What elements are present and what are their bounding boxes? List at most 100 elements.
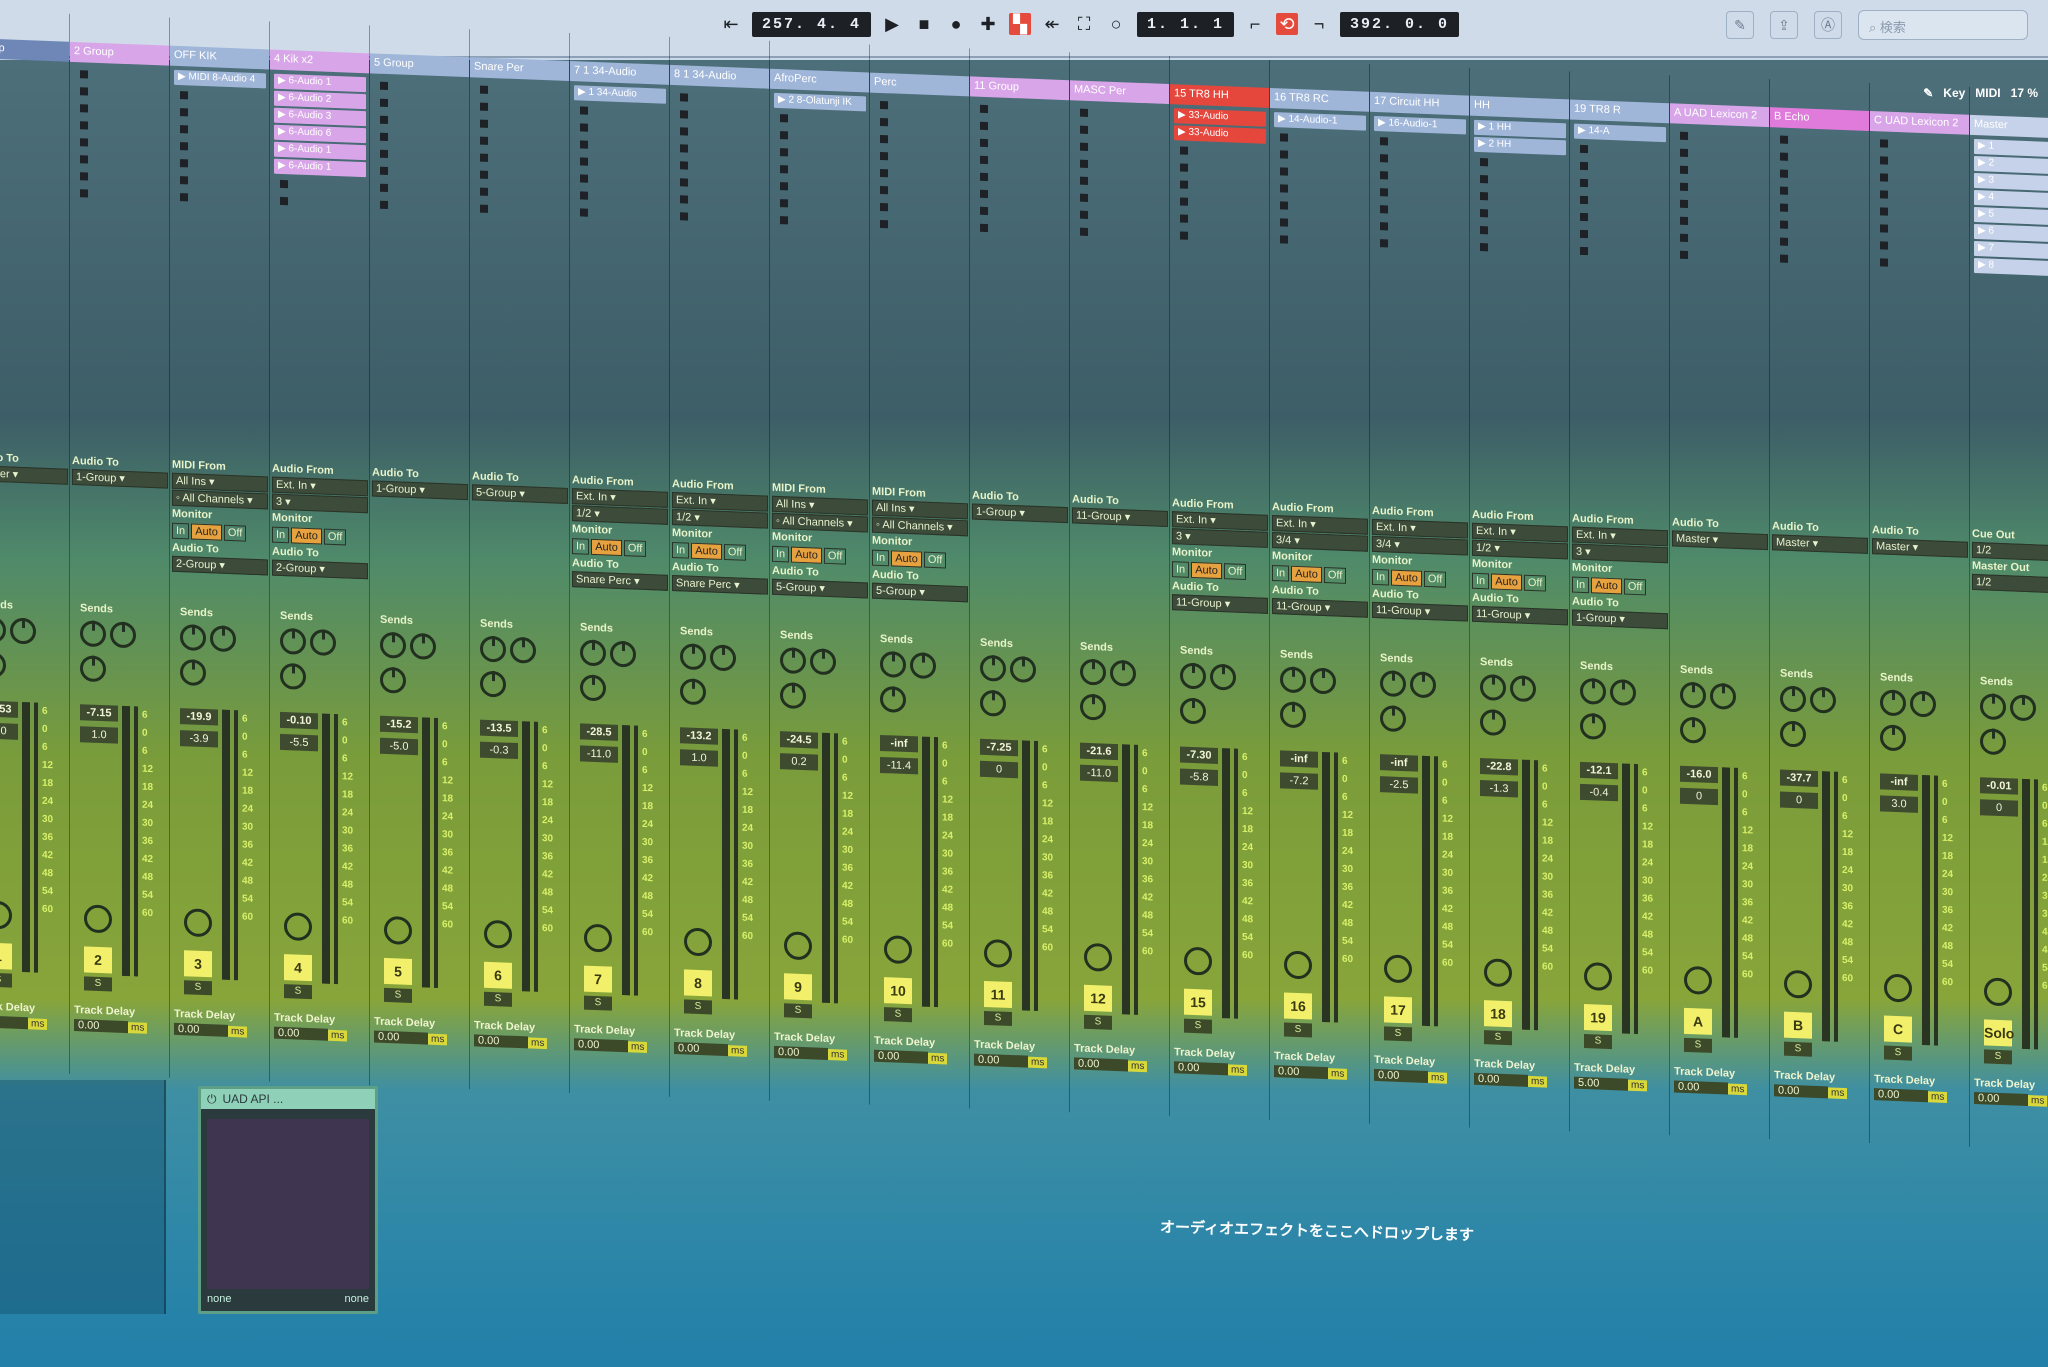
solo-button[interactable]: S [484,991,512,1007]
clip-stop-button[interactable] [180,176,188,185]
clip-stop-button[interactable] [1780,254,1788,263]
send-b-knob[interactable] [1910,690,1936,718]
volume-value[interactable]: -0.01 [1980,777,2018,795]
pan-knob[interactable] [384,915,412,945]
clip-stop-button[interactable] [480,204,488,213]
clip-stop-button[interactable] [1680,216,1688,225]
clip-stop-button[interactable] [680,127,688,136]
clip-stop-button[interactable] [80,70,88,79]
clip-stop-button[interactable] [1780,220,1788,229]
pan-knob[interactable] [784,931,812,961]
clip-stop-button[interactable] [780,165,788,174]
send-c-knob[interactable] [0,651,6,679]
clip-stop-button[interactable] [1680,182,1688,191]
send-a-knob[interactable] [680,643,706,671]
send-c-knob[interactable] [80,655,106,683]
send-b-knob[interactable] [1310,667,1336,695]
solo-button[interactable]: S [1484,1030,1512,1046]
track-delay-value[interactable]: 5.00 [1574,1076,1628,1091]
clip-stop-button[interactable] [1580,212,1588,222]
audio-to-select[interactable]: 5-Group ▾ [472,484,568,504]
monitor-off[interactable]: Off [1323,567,1347,584]
solo-button[interactable]: S [1184,1018,1212,1034]
play-icon[interactable]: ▶ [881,13,903,35]
pan-knob[interactable] [1784,969,1812,999]
pan-knob[interactable] [1384,954,1412,984]
solo-button[interactable]: S [184,980,212,996]
clip-stop-button[interactable] [1480,158,1488,167]
power-icon[interactable]: ⏻ [207,1092,217,1107]
solo-button[interactable]: S [1384,1026,1412,1042]
pan-knob[interactable] [1684,965,1712,995]
monitor-off[interactable]: Off [923,551,947,569]
clip-stop-button[interactable] [1880,139,1888,148]
send-a-knob[interactable] [1180,662,1206,690]
send-a-knob[interactable] [980,654,1006,682]
clip-stop-button[interactable] [1280,201,1288,210]
device-title-bar[interactable]: ⏻ UAD API ... [201,1089,375,1109]
pan-knob[interactable] [1984,977,2012,1007]
clip-stop-button[interactable] [580,157,588,166]
clip-stop-button[interactable] [1680,199,1688,208]
clip-stop-button[interactable] [980,206,988,216]
send-a-knob[interactable] [0,616,6,644]
send-b-knob[interactable] [410,632,436,660]
send-a-knob[interactable] [1280,666,1306,694]
clip-slot[interactable]: ▶ 14-Audio-1 [1274,112,1366,131]
audio-to-select[interactable]: 11-Group ▾ [1072,507,1168,528]
monitor-auto[interactable]: Auto [291,527,322,545]
clip-stop-button[interactable] [1880,156,1888,165]
track-activator-button[interactable]: 2 [84,946,112,974]
clip-stop-button[interactable] [580,140,588,149]
track-delay-value[interactable]: 0.00 [974,1053,1028,1068]
send-a-knob[interactable] [480,635,506,663]
track-activator-button[interactable]: 8 [684,969,712,997]
monitor-switch[interactable]: In Auto Off [1172,561,1268,581]
pan-knob[interactable] [1184,946,1212,976]
track-activator-button[interactable]: 12 [1084,984,1112,1012]
clip-stop-button[interactable] [180,108,188,117]
clip-stop-button[interactable] [80,104,88,113]
clip-stop-button[interactable] [980,172,988,182]
clip-stop-button[interactable] [1580,229,1588,239]
clip-stop-button[interactable] [1880,207,1888,216]
clip-stop-button[interactable] [680,195,688,204]
track-delay-unit[interactable]: ms [1428,1072,1448,1084]
clip-stop-button[interactable] [1280,235,1288,244]
track-activator-button[interactable]: 4 [284,954,312,982]
clip-stop-button[interactable] [780,199,788,208]
audio-to-select[interactable]: 2-Group ▾ [272,559,368,580]
solo-button[interactable]: S [384,987,412,1003]
volume-value[interactable]: -inf [880,734,918,753]
track-delay-value[interactable]: 0.00 [1974,1091,2028,1107]
send-c-knob[interactable] [980,689,1006,717]
send-b-knob[interactable] [1210,663,1236,691]
audio-to-select[interactable]: Snare Perc ▾ [672,574,768,595]
pan-knob[interactable] [284,912,312,942]
audio-to-select[interactable]: 1-Group ▾ [372,480,468,501]
clip-stop-button[interactable] [1380,154,1388,163]
volume-value[interactable]: -inf [1380,754,1418,772]
clip-stop-button[interactable] [80,138,88,147]
track-activator-button[interactable]: 17 [1384,996,1412,1024]
monitor-in[interactable]: In [572,538,590,555]
track-header[interactable]: C UAD Lexicon 2 [1870,110,1969,135]
audio-to-select[interactable]: Master ▾ [1872,538,1968,558]
clip-stop-button[interactable] [1480,192,1488,201]
send-b-knob[interactable] [1510,675,1536,703]
clip-slot[interactable]: ▶ 1 [1974,138,2048,158]
audio-to-select[interactable]: Snare Perc ▾ [572,571,668,591]
automation-arm-icon[interactable]: ▚ [1009,13,1032,35]
clip-stop-button[interactable] [1480,226,1488,235]
clip-stop-button[interactable] [1680,165,1688,174]
preset-right[interactable]: none [345,1293,369,1305]
clip-stop-button[interactable] [1180,197,1188,206]
overdub-icon[interactable]: ✚ [977,13,999,35]
clip-stop-button[interactable] [1080,108,1088,117]
audio-to-select[interactable]: Master ▾ [1672,530,1768,551]
track-header[interactable]: Snare Per [470,57,569,82]
monitor-in[interactable]: In [1372,568,1390,586]
send-b-knob[interactable] [710,644,736,672]
clip-stop-button[interactable] [180,193,188,202]
monitor-switch[interactable]: In Auto Off [172,522,268,543]
